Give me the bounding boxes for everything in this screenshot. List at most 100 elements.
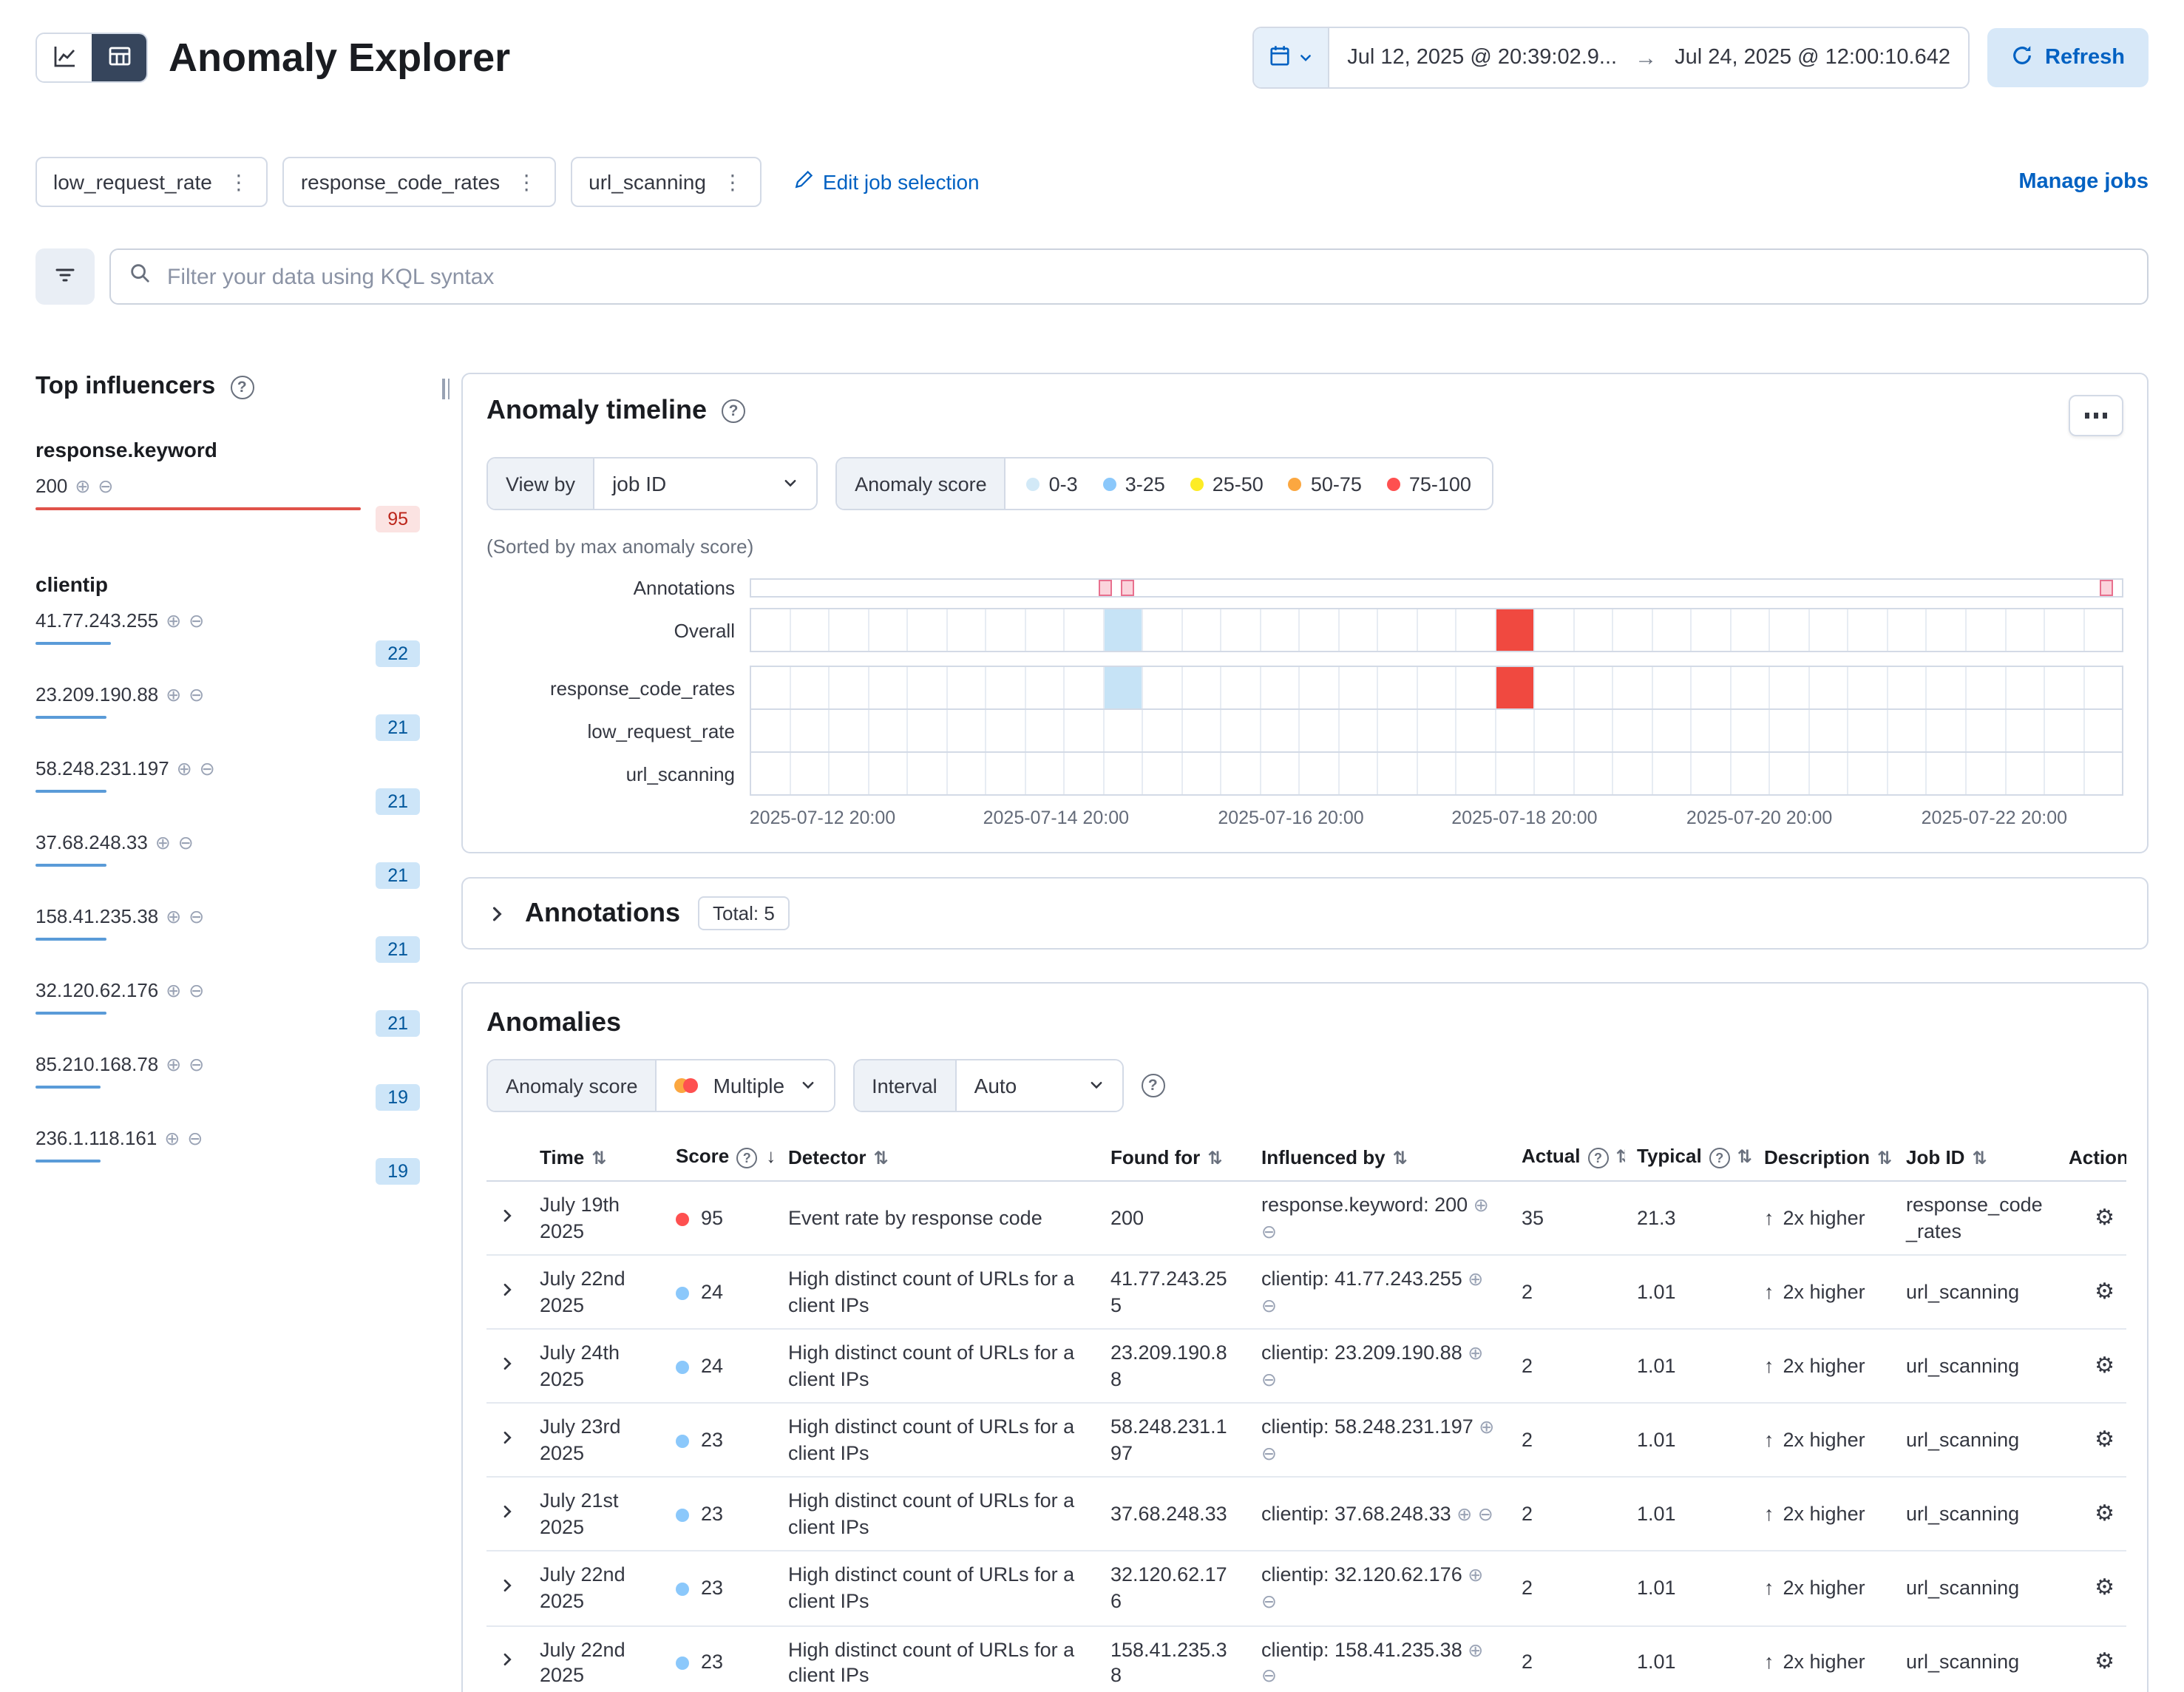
swimlane-cell[interactable]: [1653, 609, 1692, 651]
add-filter-icon[interactable]: ⊕: [1479, 1418, 1494, 1438]
swimlane-cell[interactable]: [1614, 667, 1653, 708]
swimlane-cell[interactable]: [2084, 753, 2122, 794]
swimlane-cell[interactable]: [869, 609, 908, 651]
swimlane-cell[interactable]: [1339, 609, 1378, 651]
swimlane-cell[interactable]: [830, 710, 869, 751]
swimlane-cell[interactable]: [1732, 753, 1771, 794]
swimlane-cell[interactable]: [1261, 667, 1300, 708]
swimlane-cell[interactable]: [1575, 710, 1614, 751]
remove-filter-icon[interactable]: ⊖: [200, 757, 215, 779]
swimlane-cell[interactable]: [1104, 667, 1143, 708]
swimlane-cell[interactable]: [1457, 710, 1496, 751]
swimlane-cell[interactable]: [1614, 710, 1653, 751]
swimlane-cell[interactable]: [1065, 609, 1104, 651]
kql-search-input[interactable]: [164, 263, 2129, 291]
column-header-description[interactable]: Description⇅: [1752, 1133, 1894, 1181]
swimlane-cell[interactable]: [1692, 710, 1732, 751]
job-badge[interactable]: low_request_rate⋮: [35, 157, 268, 207]
swimlane-cell[interactable]: [947, 753, 986, 794]
swimlane-cell[interactable]: [1771, 667, 1810, 708]
swimlane-cell[interactable]: [830, 753, 869, 794]
swimlane-cell[interactable]: [986, 667, 1025, 708]
gear-icon[interactable]: ⚙: [2095, 1576, 2115, 1601]
column-header-actual[interactable]: Actual?⇅: [1510, 1133, 1625, 1181]
swimlane-cell[interactable]: [1614, 609, 1653, 651]
add-filter-icon[interactable]: ⊕: [177, 757, 192, 779]
remove-filter-icon[interactable]: ⊖: [189, 905, 204, 927]
swimlane-cell[interactable]: [1104, 753, 1143, 794]
remove-filter-icon[interactable]: ⊖: [1261, 1221, 1277, 1242]
swimlane-cell[interactable]: [1104, 609, 1143, 651]
swimlane-cell[interactable]: [751, 753, 790, 794]
remove-filter-icon[interactable]: ⊖: [1261, 1444, 1277, 1464]
swimlane-cell[interactable]: [947, 710, 986, 751]
vertical-dots-icon[interactable]: ⋮: [516, 169, 538, 194]
swimlane-cell[interactable]: [947, 609, 986, 651]
refresh-button[interactable]: Refresh: [1987, 28, 2149, 87]
swimlane-cell[interactable]: [1457, 667, 1496, 708]
swimlane-cell[interactable]: [1104, 710, 1143, 751]
swimlane-cell[interactable]: [1732, 667, 1771, 708]
remove-filter-icon[interactable]: ⊖: [1478, 1504, 1493, 1525]
expand-row-icon[interactable]: [498, 1503, 516, 1520]
annotation-mark[interactable]: [1122, 580, 1135, 596]
swimlane-cell[interactable]: [1339, 667, 1378, 708]
column-header-time[interactable]: Time⇅: [528, 1133, 664, 1181]
swimlane-cell[interactable]: [1182, 753, 1221, 794]
vertical-dots-icon[interactable]: ⋮: [228, 169, 251, 194]
swimlane-cell[interactable]: [1732, 609, 1771, 651]
swimlane-cell[interactable]: [1575, 667, 1614, 708]
swimlane-cell[interactable]: [790, 609, 830, 651]
swimlane-cell[interactable]: [790, 667, 830, 708]
swimlane-cell[interactable]: [2084, 710, 2122, 751]
edit-job-selection-link[interactable]: Edit job selection: [786, 169, 988, 195]
expand-row-icon[interactable]: [498, 1577, 516, 1594]
remove-filter-icon[interactable]: ⊖: [189, 979, 204, 1001]
swimlane-cell[interactable]: [1221, 710, 1261, 751]
swimlane-cell[interactable]: [1575, 753, 1614, 794]
swimlane-cell[interactable]: [1732, 710, 1771, 751]
swimlane-cell[interactable]: [1182, 667, 1221, 708]
swimlane-cell[interactable]: [1810, 667, 1849, 708]
swimlane-cell[interactable]: [1536, 667, 1575, 708]
swimlane-cell[interactable]: [1967, 609, 2006, 651]
swimlane-cell[interactable]: [947, 667, 986, 708]
expand-row-icon[interactable]: [498, 1651, 516, 1669]
swimlane-cell[interactable]: [1261, 753, 1300, 794]
swimlane-cell[interactable]: [986, 753, 1025, 794]
remove-filter-icon[interactable]: ⊖: [1261, 1665, 1277, 1686]
column-header-influenced-by[interactable]: Influenced by⇅: [1249, 1133, 1510, 1181]
swimlane-cell[interactable]: [1065, 753, 1104, 794]
swimlane-cell[interactable]: [1418, 753, 1457, 794]
gear-icon[interactable]: ⚙: [2095, 1650, 2115, 1675]
swimlane-cell[interactable]: [1025, 667, 1065, 708]
swimlane-cell[interactable]: [1771, 710, 1810, 751]
add-filter-icon[interactable]: ⊕: [166, 979, 181, 1001]
swimlane-cell[interactable]: [1143, 609, 1182, 651]
remove-filter-icon[interactable]: ⊖: [187, 1127, 203, 1149]
column-header-job-id[interactable]: Job ID⇅: [1894, 1133, 2057, 1181]
swimlane-cell[interactable]: [1849, 753, 1888, 794]
add-filter-icon[interactable]: ⊕: [166, 609, 181, 632]
swimlane-cell[interactable]: [1967, 753, 2006, 794]
start-date-button[interactable]: Jul 12, 2025 @ 20:39:02.9...: [1329, 46, 1635, 70]
swimlane-cell[interactable]: [1771, 753, 1810, 794]
vertical-dots-icon[interactable]: ⋮: [722, 169, 745, 194]
swimlane-cell[interactable]: [1692, 667, 1732, 708]
swimlane-cell[interactable]: [1182, 609, 1221, 651]
add-filter-icon[interactable]: ⊕: [166, 683, 181, 705]
add-filter-icon[interactable]: ⊕: [155, 831, 171, 853]
swimlane-cell[interactable]: [790, 710, 830, 751]
job-badge[interactable]: url_scanning⋮: [571, 157, 762, 207]
swimlane-cell[interactable]: [2006, 609, 2045, 651]
swimlane-cell[interactable]: [1771, 609, 1810, 651]
swimlane-cell[interactable]: [869, 667, 908, 708]
swimlane-cell[interactable]: [1418, 667, 1457, 708]
swimlane-cell[interactable]: [1496, 609, 1536, 651]
swimlane-cell[interactable]: [1221, 609, 1261, 651]
swimlane-cell[interactable]: [1221, 753, 1261, 794]
remove-filter-icon[interactable]: ⊖: [189, 683, 204, 705]
swimlane-cell[interactable]: [908, 753, 947, 794]
swimlane-cell[interactable]: [751, 667, 790, 708]
swimlane-cell[interactable]: [869, 710, 908, 751]
